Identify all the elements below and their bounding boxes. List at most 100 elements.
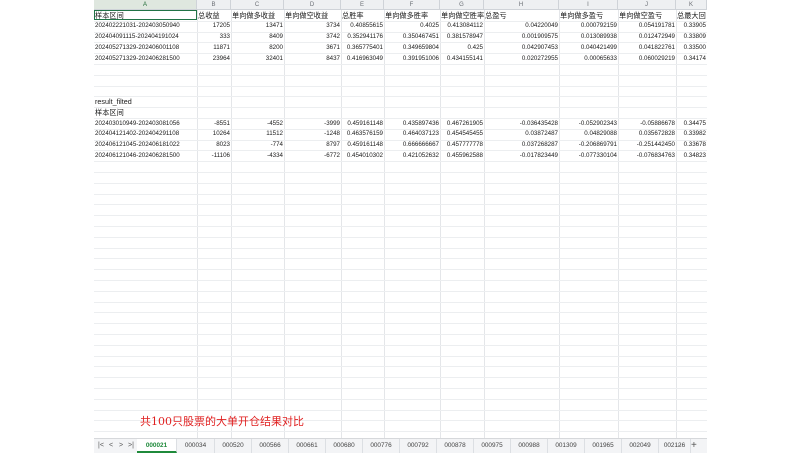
table-cell[interactable]: 0.34475 (676, 119, 707, 128)
column-header-e[interactable]: E (341, 0, 384, 10)
table-cell[interactable]: 0.33500 (676, 43, 707, 52)
table-cell[interactable]: 8023 (197, 140, 231, 149)
table-cell[interactable]: 202402221031-202403050940 (94, 21, 197, 30)
column-header-c[interactable]: C (231, 0, 284, 10)
table-cell[interactable]: 0.381578947 (440, 32, 484, 41)
table-cell[interactable]: 0.001909575 (484, 32, 559, 41)
table-cell[interactable]: 0.455962588 (440, 151, 484, 160)
first-sheet-icon[interactable]: |< (96, 441, 106, 451)
table-cell[interactable]: -4552 (231, 119, 284, 128)
table-cell[interactable]: 0.041822761 (618, 43, 676, 52)
table-cell[interactable]: 0.4025 (384, 21, 440, 30)
header-cell[interactable]: 单向做空盈亏 (618, 11, 676, 20)
table-cell[interactable]: 0.03872487 (484, 129, 559, 138)
sheet-tab-000680[interactable]: 000680 (326, 439, 363, 453)
last-sheet-icon[interactable]: >| (126, 441, 136, 451)
sheet-tab-001965[interactable]: 001965 (585, 439, 622, 453)
table-cell[interactable]: 0.421052632 (384, 151, 440, 160)
column-header-i[interactable]: I (559, 0, 618, 10)
table-cell[interactable]: 0.042907453 (484, 43, 559, 52)
table-cell[interactable]: 0.33905 (676, 21, 707, 30)
table-cell[interactable]: 0.035672828 (618, 129, 676, 138)
table-cell[interactable]: 0.04829088 (559, 129, 618, 138)
sheet-tab-000661[interactable]: 000661 (289, 439, 326, 453)
table-cell[interactable]: 8200 (231, 43, 284, 52)
table-cell[interactable]: 0.391951006 (384, 54, 440, 63)
table-cell[interactable]: -0.251442450 (618, 140, 676, 149)
table-cell[interactable]: 0.33809 (676, 32, 707, 41)
table-cell[interactable]: -4334 (231, 151, 284, 160)
table-cell[interactable]: 8797 (284, 140, 341, 149)
table-cell[interactable]: 23964 (197, 54, 231, 63)
column-header-k[interactable]: K (676, 0, 707, 10)
table-cell[interactable]: 202406121046-202406281500 (94, 151, 197, 160)
table-cell[interactable]: 0.349659804 (384, 43, 440, 52)
table-cell[interactable]: -11106 (197, 151, 231, 160)
next-sheet-icon[interactable]: > (116, 441, 126, 451)
table-cell[interactable]: 0.457777778 (440, 140, 484, 149)
header-cell[interactable]: 单向做多盈亏 (559, 11, 618, 20)
table-cell[interactable]: 0.365775401 (341, 43, 384, 52)
table-cell[interactable]: 0.060029219 (618, 54, 676, 63)
table-cell[interactable]: -0.052902343 (559, 119, 618, 128)
header-cell[interactable]: 单向做空胜率 (440, 11, 484, 20)
table-cell[interactable]: 0.013089938 (559, 32, 618, 41)
table-cell[interactable]: -1248 (284, 129, 341, 138)
table-cell[interactable]: 13471 (231, 21, 284, 30)
table-cell[interactable]: -0.206869791 (559, 140, 618, 149)
table-cell[interactable]: 0.020272955 (484, 54, 559, 63)
table-cell[interactable]: 202404091115-202404191024 (94, 32, 197, 41)
header-cell[interactable]: 总胜率 (341, 11, 384, 20)
table-cell[interactable]: -0.077330104 (559, 151, 618, 160)
section-label-cell[interactable]: result_filted (94, 97, 197, 106)
column-header-a[interactable]: A (94, 0, 197, 10)
table-cell[interactable]: 333 (197, 32, 231, 41)
table-cell[interactable]: 0.00065633 (559, 54, 618, 63)
table-cell[interactable]: 0.000792159 (559, 21, 618, 30)
header-cell[interactable]: 单向做多收益 (231, 11, 284, 20)
column-header-b[interactable]: B (197, 0, 231, 10)
table-cell[interactable]: 3742 (284, 32, 341, 41)
table-cell[interactable]: 0.33982 (676, 129, 707, 138)
table-cell[interactable]: -0.076834763 (618, 151, 676, 160)
table-cell[interactable]: 202403010949-202403081056 (94, 119, 197, 128)
table-cell[interactable]: -0.036435428 (484, 119, 559, 128)
table-cell[interactable]: 0.33678 (676, 140, 707, 149)
table-cell[interactable]: 0.40855615 (341, 21, 384, 30)
table-cell[interactable]: 202405271329-202406281500 (94, 54, 197, 63)
table-cell[interactable]: -0.05886678 (618, 119, 676, 128)
sheet-tab-000520[interactable]: 000520 (215, 439, 252, 453)
table-cell[interactable]: 0.454545455 (440, 129, 484, 138)
table-cell[interactable]: 0.350467451 (384, 32, 440, 41)
header-cell[interactable]: 总收益 (197, 11, 231, 20)
table-cell[interactable]: 32401 (231, 54, 284, 63)
table-cell[interactable]: 8437 (284, 54, 341, 63)
table-cell[interactable]: 11512 (231, 129, 284, 138)
column-header-h[interactable]: H (484, 0, 559, 10)
table-cell[interactable]: 0.34174 (676, 54, 707, 63)
column-header-d[interactable]: D (284, 0, 341, 10)
table-cell[interactable]: 0.04220049 (484, 21, 559, 30)
section-header-cell[interactable]: 样本区间 (94, 108, 197, 117)
table-cell[interactable]: 0.459161148 (341, 140, 384, 149)
table-cell[interactable]: -3999 (284, 119, 341, 128)
column-header-g[interactable]: G (440, 0, 484, 10)
table-cell[interactable]: 0.012472949 (618, 32, 676, 41)
table-cell[interactable]: 0.416963049 (341, 54, 384, 63)
sheet-tab-002049[interactable]: 002049 (622, 439, 659, 453)
table-cell[interactable]: 8409 (231, 32, 284, 41)
table-cell[interactable]: -0.017823449 (484, 151, 559, 160)
prev-sheet-icon[interactable]: < (106, 441, 116, 451)
sheet-tab-000566[interactable]: 000566 (252, 439, 289, 453)
sheet-tab-000878[interactable]: 000878 (437, 439, 474, 453)
table-cell[interactable]: 0.454010302 (341, 151, 384, 160)
table-cell[interactable]: 0.435897436 (384, 119, 440, 128)
table-cell[interactable]: 17205 (197, 21, 231, 30)
more-tabs-icon[interactable]: ··· (675, 440, 682, 452)
table-cell[interactable]: 202404121402-202404291108 (94, 129, 197, 138)
table-cell[interactable]: 0.425 (440, 43, 484, 52)
table-cell[interactable]: 0.34823 (676, 151, 707, 160)
table-cell[interactable]: 10264 (197, 129, 231, 138)
table-cell[interactable]: -6772 (284, 151, 341, 160)
header-cell[interactable]: 单向做空收益 (284, 11, 341, 20)
